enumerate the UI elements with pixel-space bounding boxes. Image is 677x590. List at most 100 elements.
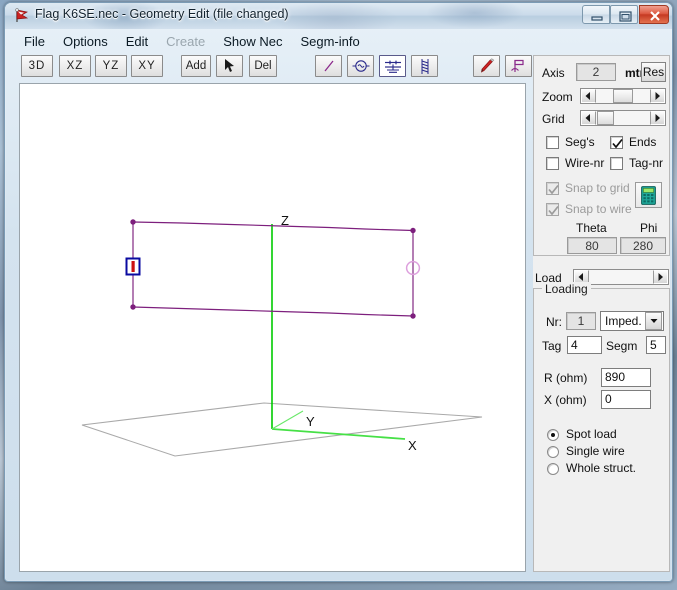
segm-input[interactable]: 5 (646, 336, 666, 354)
radio-dot (551, 433, 555, 437)
pencil-icon (480, 57, 494, 73)
zoom-slider[interactable] (580, 88, 666, 104)
whole-struct-radio[interactable] (547, 463, 559, 475)
wire-tool-button[interactable] (315, 55, 342, 77)
grid-slider[interactable] (580, 110, 666, 126)
right-panel: Axis 2 mtr Res Zoom Grid Seg's Ends Wire… (533, 55, 670, 572)
view-settings-group: Axis 2 mtr Res Zoom Grid Seg's Ends Wire… (533, 55, 670, 256)
view-button-yz[interactable]: YZ (95, 55, 127, 77)
phi-value[interactable]: 280 (620, 237, 666, 254)
maximize-button[interactable] (610, 5, 638, 24)
grid-left-arrow[interactable] (581, 111, 596, 125)
nr-label: Nr: (546, 315, 562, 329)
menu-file[interactable]: File (15, 33, 54, 51)
view-button-xy[interactable]: XY (131, 55, 163, 77)
axis-label: Axis (542, 66, 565, 80)
axis-value[interactable]: 2 (576, 63, 616, 81)
ends-label: Ends (629, 135, 657, 149)
x-ohm-input[interactable]: 0 (601, 390, 651, 409)
minimize-button[interactable] (582, 5, 610, 24)
axis-label-y: Y (306, 414, 315, 429)
load-icon (384, 60, 401, 73)
calculator-button[interactable] (635, 182, 662, 208)
coil-icon (421, 58, 428, 74)
menu-options[interactable]: Options (54, 33, 117, 51)
geometry-drawing: Z Y X (81, 213, 483, 457)
axis-lines (271, 224, 406, 440)
r-ohm-input[interactable]: 890 (601, 368, 651, 387)
snap-to-grid-checkbox (546, 182, 559, 195)
zoom-label: Zoom (542, 90, 573, 104)
wire-end-points (130, 219, 416, 319)
snap-to-grid-label: Snap to grid (565, 181, 630, 195)
load-marker[interactable] (125, 257, 141, 276)
theta-label: Theta (576, 221, 607, 235)
select-cursor-button[interactable] (216, 55, 243, 77)
res-button[interactable]: Res (641, 62, 666, 82)
theta-value[interactable]: 80 (567, 237, 617, 254)
load-type-dropdown[interactable]: Imped. (600, 311, 664, 331)
source-tool-button[interactable] (347, 55, 374, 77)
spot-load-radio[interactable] (547, 429, 559, 441)
zoom-right-arrow[interactable] (650, 89, 665, 103)
snap-to-wire-checkbox (546, 203, 559, 216)
r-ohm-label: R (ohm) (544, 371, 588, 385)
toolbar: 3D XZ YZ XY Add Del (17, 55, 564, 79)
titlebar[interactable]: Flag K6SE.nec - Geometry Edit (file chan… (5, 3, 672, 29)
segs-label: Seg's (565, 135, 595, 149)
checkmark-icon (548, 205, 559, 216)
menu-edit[interactable]: Edit (117, 33, 157, 51)
checkmark-icon (548, 184, 559, 195)
zoom-track[interactable] (596, 89, 650, 103)
x-ohm-label: X (ohm) (544, 393, 587, 407)
flag-marker-icon (510, 59, 524, 72)
grid-thumb[interactable] (597, 111, 615, 125)
wire-nr-checkbox[interactable] (546, 157, 559, 170)
tag-nr-checkbox[interactable] (610, 157, 623, 170)
grid-label: Grid (542, 112, 565, 126)
close-button[interactable] (639, 5, 669, 24)
snap-to-wire-label: Snap to wire (565, 202, 632, 216)
load-right-arrow[interactable] (653, 270, 668, 284)
flag-tool-button[interactable] (505, 55, 532, 77)
tag-input[interactable]: 4 (567, 336, 602, 354)
menu-show-nec[interactable]: Show Nec (214, 33, 291, 51)
menu-segm-info[interactable]: Segm-info (291, 33, 368, 51)
grid-right-arrow[interactable] (650, 111, 665, 125)
load-type-value: Imped. (605, 314, 642, 328)
zoom-thumb[interactable] (613, 89, 633, 103)
window-title: Flag K6SE.nec - Geometry Edit (file chan… (35, 7, 289, 21)
pencil-tool-button[interactable] (473, 55, 500, 77)
load-tool-button[interactable] (379, 55, 406, 77)
menubar: File Options Edit Create Show Nec Segm-i… (15, 32, 662, 52)
spot-load-label: Spot load (566, 427, 617, 441)
load-scroll-track[interactable] (589, 270, 653, 284)
wire-structure (132, 221, 414, 317)
flag-icon (13, 7, 31, 25)
coil-tool-button[interactable] (411, 55, 438, 77)
geometry-canvas[interactable]: Z Y X (19, 83, 526, 572)
source-icon (352, 60, 369, 72)
wire-nr-label: Wire-nr (565, 156, 605, 170)
add-button[interactable]: Add (181, 55, 211, 77)
axis-label-x: X (408, 438, 417, 453)
delete-button[interactable]: Del (249, 55, 277, 77)
segm-label: Segm (606, 339, 638, 353)
tag-nr-label: Tag-nr (629, 156, 664, 170)
menu-create: Create (166, 34, 206, 49)
view-button-3d[interactable]: 3D (21, 55, 53, 77)
ends-checkbox[interactable] (610, 136, 623, 149)
nr-value[interactable]: 1 (566, 312, 596, 330)
single-wire-radio[interactable] (547, 446, 559, 458)
tag-label: Tag (542, 339, 562, 353)
segs-checkbox[interactable] (546, 136, 559, 149)
cursor-arrow-icon (224, 59, 234, 72)
app-window: Flag K6SE.nec - Geometry Edit (file chan… (4, 2, 673, 582)
phi-label: Phi (640, 221, 658, 235)
chevron-down-icon[interactable] (645, 312, 662, 330)
loading-group-title: Loading (542, 282, 591, 296)
zoom-left-arrow[interactable] (581, 89, 596, 103)
grid-track[interactable] (596, 111, 650, 125)
view-button-xz[interactable]: XZ (59, 55, 91, 77)
checkmark-icon (612, 138, 623, 149)
